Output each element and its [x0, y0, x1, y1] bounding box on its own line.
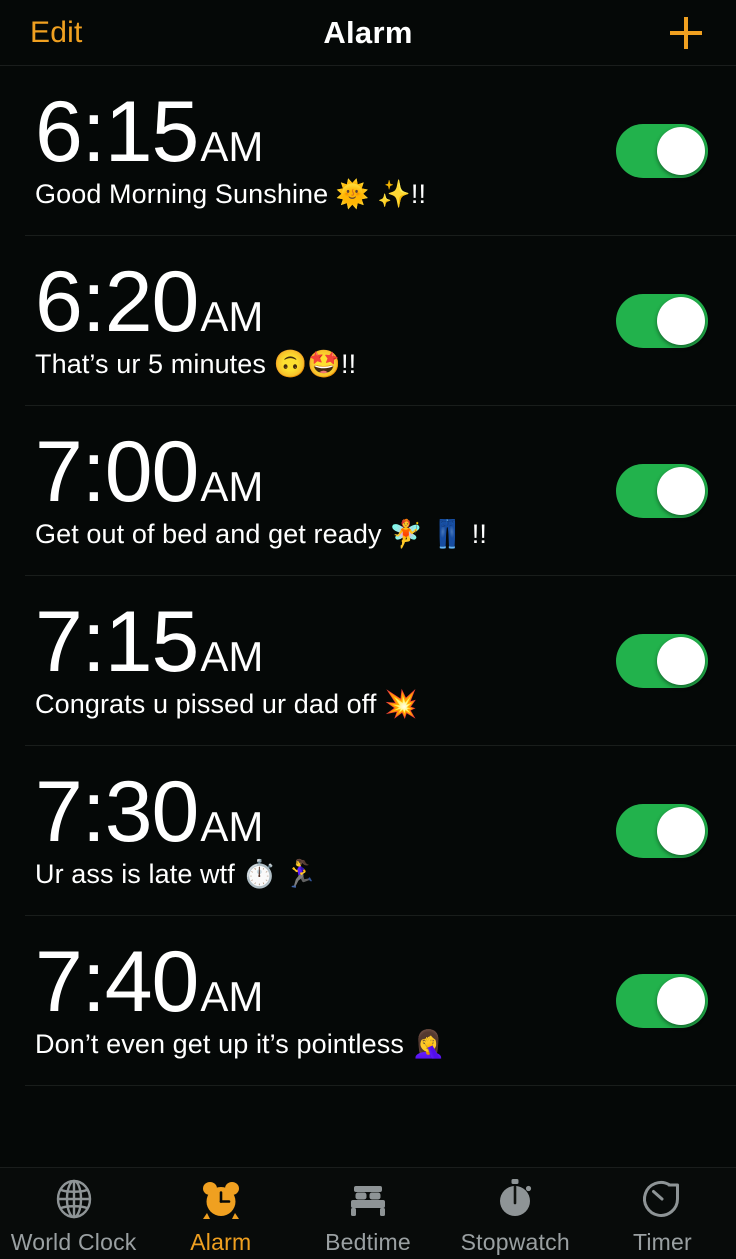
alarm-list: 6:15 AM Good Morning Sunshine 🌞 ✨!! 6:20… [0, 66, 736, 1167]
alarm-toggle[interactable] [616, 974, 708, 1028]
alarm-period: AM [200, 123, 264, 171]
alarm-row[interactable]: 6:20 AM That’s ur 5 minutes 🙃🤩!! [0, 236, 736, 406]
alarm-row[interactable]: 7:40 AM Don’t even get up it’s pointless… [0, 916, 736, 1086]
alarm-label: Get out of bed and get ready 🧚 👖 !! [35, 518, 487, 549]
alarm-label: Ur ass is late wtf ⏱️ 🏃‍♀️ [35, 858, 318, 889]
alarm-label: Congrats u pissed ur dad off 💥 [35, 688, 418, 719]
alarm-toggle[interactable] [616, 634, 708, 688]
tab-label: Timer [632, 1228, 692, 1255]
toggle-knob [657, 127, 705, 175]
alarm-time-line: 7:40 AM [35, 934, 598, 1031]
tab-label: Alarm [190, 1228, 252, 1255]
alarm-label: Don’t even get up it’s pointless 🤦‍♀️ [35, 1028, 446, 1059]
alarm-time-line: 6:20 AM [35, 254, 598, 351]
alarm-row[interactable]: 7:00 AM Get out of bed and get ready 🧚 👖… [0, 406, 736, 576]
tab-label: World Clock [10, 1228, 137, 1255]
alarm-time: 7:40 [35, 934, 199, 1031]
alarm-period: AM [200, 463, 264, 511]
alarm-details: 6:20 AM That’s ur 5 minutes 🙃🤩!! [35, 254, 598, 380]
tab-bedtime[interactable]: Bedtime [294, 1168, 441, 1259]
tab-bar: World Clock Alarm Bedtime Stopwatch Time… [0, 1167, 736, 1259]
edit-button[interactable]: Edit [30, 16, 83, 50]
timer-icon [643, 1180, 680, 1217]
alarm-toggle[interactable] [616, 464, 708, 518]
alarm-time: 7:30 [35, 764, 199, 861]
tab-stopwatch[interactable]: Stopwatch [442, 1168, 589, 1259]
alarm-clock-icon [202, 1181, 239, 1219]
alarm-app-screen: Edit Alarm 6:15 AM Good Morning Sunshine… [0, 0, 736, 1259]
alarm-time: 6:15 [35, 84, 199, 181]
plus-icon [670, 16, 702, 49]
alarm-time-line: 7:00 AM [35, 424, 598, 521]
toggle-knob [657, 977, 705, 1025]
alarm-time: 6:20 [35, 254, 199, 351]
toggle-knob [657, 637, 705, 685]
list-empty-area [0, 1086, 736, 1167]
alarm-time-line: 6:15 AM [35, 84, 598, 181]
add-alarm-button[interactable] [666, 13, 706, 53]
stopwatch-icon [500, 1178, 532, 1216]
globe-icon [56, 1179, 91, 1218]
alarm-label: Good Morning Sunshine 🌞 ✨!! [35, 178, 427, 209]
tab-label: Bedtime [325, 1228, 411, 1255]
alarm-row[interactable]: 7:30 AM Ur ass is late wtf ⏱️ 🏃‍♀️ [0, 746, 736, 916]
navigation-bar: Edit Alarm [0, 0, 736, 66]
alarm-period: AM [200, 973, 264, 1021]
alarm-row[interactable]: 6:15 AM Good Morning Sunshine 🌞 ✨!! [0, 66, 736, 236]
page-title: Alarm [323, 14, 413, 50]
tab-timer[interactable]: Timer [589, 1168, 736, 1259]
alarm-period: AM [200, 633, 264, 681]
alarm-time: 7:00 [35, 424, 199, 521]
alarm-details: 6:15 AM Good Morning Sunshine 🌞 ✨!! [35, 84, 598, 210]
alarm-details: 7:15 AM Congrats u pissed ur dad off 💥 [35, 594, 598, 720]
alarm-details: 7:30 AM Ur ass is late wtf ⏱️ 🏃‍♀️ [35, 764, 598, 890]
alarm-period: AM [200, 803, 264, 851]
bed-icon [351, 1185, 385, 1216]
tab-world-clock[interactable]: World Clock [0, 1168, 147, 1259]
tab-label: Stopwatch [460, 1228, 570, 1255]
alarm-toggle[interactable] [616, 804, 708, 858]
alarm-row[interactable]: 7:15 AM Congrats u pissed ur dad off 💥 [0, 576, 736, 746]
alarm-time-line: 7:30 AM [35, 764, 598, 861]
alarm-time-line: 7:15 AM [35, 594, 598, 691]
toggle-knob [657, 807, 705, 855]
toggle-knob [657, 467, 705, 515]
toggle-knob [657, 297, 705, 345]
alarm-toggle[interactable] [616, 294, 708, 348]
tab-alarm[interactable]: Alarm [147, 1168, 294, 1259]
alarm-period: AM [200, 293, 264, 341]
alarm-toggle[interactable] [616, 124, 708, 178]
alarm-details: 7:40 AM Don’t even get up it’s pointless… [35, 934, 598, 1060]
alarm-details: 7:00 AM Get out of bed and get ready 🧚 👖… [35, 424, 598, 550]
alarm-label: That’s ur 5 minutes 🙃🤩!! [35, 348, 357, 379]
alarm-time: 7:15 [35, 594, 199, 691]
